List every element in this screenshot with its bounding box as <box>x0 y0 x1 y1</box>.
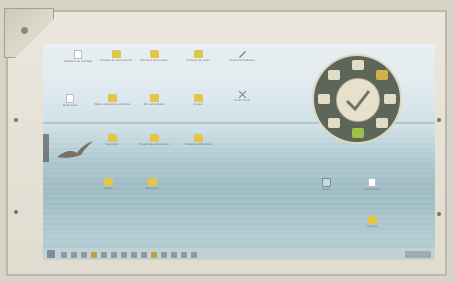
bracket-hole <box>21 27 28 34</box>
tools-wheel[interactable] <box>312 54 402 144</box>
desktop-icon-app[interactable]: Notas <box>305 178 347 192</box>
wheel-center-button[interactable] <box>336 78 380 122</box>
tools-icon <box>238 90 246 98</box>
windows-icon[interactable] <box>47 250 55 258</box>
desktop-icon-folder[interactable]: Archivos de clase <box>177 50 219 63</box>
taskbar-app-icon[interactable] <box>81 252 87 258</box>
folder-icon <box>193 134 203 142</box>
desktop-icon-folder[interactable]: Mis fotos de la clase <box>133 50 175 63</box>
folder-icon <box>103 178 113 186</box>
taskbar-app-icon[interactable] <box>101 252 107 258</box>
document-icon <box>368 178 376 187</box>
desktop-icon-smart-tools[interactable]: Smart Tools <box>221 90 263 103</box>
folder-icon <box>149 94 159 102</box>
pen-icon <box>238 51 246 58</box>
folder-icon <box>149 134 159 142</box>
desktop-icon-recycle[interactable]: Papelera de reciclaje <box>57 50 99 64</box>
taskbar-app-icon[interactable] <box>71 252 77 258</box>
desktop-icon-folder[interactable]: Programas educativos <box>133 134 175 147</box>
folder-icon <box>111 50 121 58</box>
frame-shadow <box>43 134 49 162</box>
keyboard-icon[interactable] <box>318 94 330 104</box>
folder-icon <box>193 94 203 102</box>
desktop-icon-folder[interactable]: Mis actividades <box>133 94 175 107</box>
desktop-icon-folder[interactable]: Carpeta <box>351 216 393 229</box>
taskbar-app-icon[interactable] <box>191 252 197 258</box>
folder-icon <box>367 216 377 224</box>
desktop-icon-multimedia[interactable]: Multimedia <box>49 94 91 108</box>
seagull-icon <box>57 141 93 158</box>
select-icon[interactable] <box>352 60 364 70</box>
taskbar <box>43 248 435 260</box>
eraser-icon[interactable] <box>384 94 396 104</box>
desktop-icon-folder[interactable]: Unidades didácticas <box>177 134 219 147</box>
frame-screw <box>14 118 18 122</box>
recycle-bin-icon <box>74 50 82 59</box>
taskbar-app-icon[interactable] <box>161 252 167 258</box>
folder-icon <box>107 134 117 142</box>
taskbar-app-icon[interactable] <box>111 252 117 258</box>
desktop-icon-folder[interactable]: Fotos <box>87 178 129 191</box>
desktop-screen: Papelera de reciclaje Carpeta de documen… <box>43 44 435 260</box>
desktop-icon-folder[interactable]: Videos educativos primaria <box>91 94 133 107</box>
folder-icon <box>193 50 203 58</box>
desktop-icon-folder[interactable]: Juegos <box>177 94 219 107</box>
folder-icon <box>147 178 157 186</box>
desktop-icon-folder[interactable]: Ejercicios <box>131 178 173 191</box>
taskbar-app-icon[interactable] <box>141 252 147 258</box>
check-icon <box>345 90 371 112</box>
desktop-icon-document[interactable]: Documentos <box>351 178 393 192</box>
taskbar-app-icon[interactable] <box>61 252 67 258</box>
multimedia-icon <box>66 94 74 103</box>
taskbar-app-icon[interactable] <box>91 252 97 258</box>
desktop-icon-folder[interactable]: Carpeta de documentos <box>95 50 137 63</box>
folder-icon <box>107 94 117 102</box>
taskbar-app-icon[interactable] <box>171 252 177 258</box>
folder-icon <box>149 50 159 58</box>
taskbar-app-icon[interactable] <box>131 252 137 258</box>
desktop-icon-folder[interactable]: Recursos <box>91 134 133 147</box>
desktop-icon-smart-notebook[interactable]: Notebook Software <box>221 50 263 63</box>
frame-screw <box>14 210 18 214</box>
taskbar-app-icon[interactable] <box>181 252 187 258</box>
text-icon[interactable] <box>352 128 364 138</box>
frame-screw <box>437 118 441 122</box>
taskbar-app-icon[interactable] <box>151 252 157 258</box>
taskbar-app-icon[interactable] <box>121 252 127 258</box>
frame-screw <box>437 212 441 216</box>
app-icon <box>321 178 331 187</box>
system-tray[interactable] <box>405 251 431 258</box>
